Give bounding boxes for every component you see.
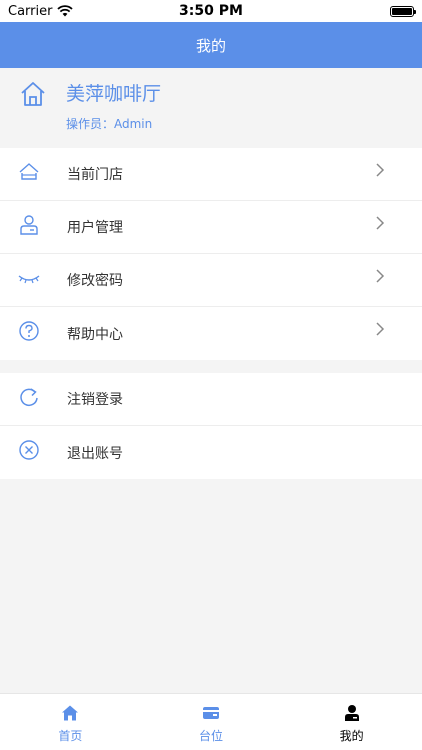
menu-item-logout[interactable]: 注销登录 <box>0 373 422 426</box>
menu-item-help-center[interactable]: 帮助中心 <box>0 307 422 360</box>
user-icon <box>18 214 40 236</box>
profile-header: 美萍咖啡厅 操作员：Admin <box>0 68 422 148</box>
carrier-label: Carrier <box>8 3 53 19</box>
menu-item-label: 用户管理 <box>67 220 123 236</box>
chevron-right-icon <box>376 269 385 283</box>
eye-closed-icon <box>18 267 40 289</box>
help-icon <box>18 320 40 342</box>
menu-item-label: 修改密码 <box>67 273 123 289</box>
chevron-right-icon <box>376 216 385 230</box>
chevron-right-icon <box>376 163 385 177</box>
menu-item-label: 注销登录 <box>67 392 123 408</box>
menu-item-exit-account[interactable]: 退出账号 <box>0 426 422 479</box>
tab-label: 台位 <box>199 729 224 743</box>
home-icon <box>21 82 45 106</box>
chevron-right-icon <box>376 322 385 336</box>
refresh-icon <box>18 386 40 408</box>
menu-item-current-store[interactable]: 当前门店 <box>0 148 422 201</box>
wifi-icon <box>57 5 74 17</box>
tab-label: 我的 <box>339 729 364 743</box>
store-name: 美萍咖啡厅 <box>66 83 162 105</box>
tab-home[interactable]: 首页 <box>0 694 141 750</box>
operator-label: 操作员：Admin <box>66 117 153 131</box>
store-icon <box>18 161 40 183</box>
menu-item-label: 帮助中心 <box>67 326 123 343</box>
menu-item-label: 当前门店 <box>67 167 123 183</box>
tab-bar: 首页 台位 我的 <box>0 693 422 750</box>
tab-tables[interactable]: 台位 <box>141 694 282 750</box>
person-icon <box>344 705 359 721</box>
status-left: Carrier <box>8 3 74 19</box>
menu-item-change-password[interactable]: 修改密码 <box>0 254 422 307</box>
menu-group-account: 当前门店 用户管理 修改密码 帮助中心 <box>0 148 422 360</box>
status-bar: Carrier 3:50 PM <box>0 0 422 22</box>
page-title: 我的 <box>195 36 226 55</box>
close-circle-icon <box>18 439 40 461</box>
menu-group-session: 注销登录 退出账号 <box>0 373 422 479</box>
tab-label: 首页 <box>58 729 83 743</box>
card-icon <box>203 707 219 719</box>
menu-item-user-management[interactable]: 用户管理 <box>0 201 422 254</box>
tab-mine[interactable]: 我的 <box>281 694 422 750</box>
home-icon <box>62 705 79 721</box>
menu-item-label: 退出账号 <box>67 445 123 462</box>
nav-bar: 我的 <box>0 22 422 68</box>
battery-icon <box>390 5 416 17</box>
